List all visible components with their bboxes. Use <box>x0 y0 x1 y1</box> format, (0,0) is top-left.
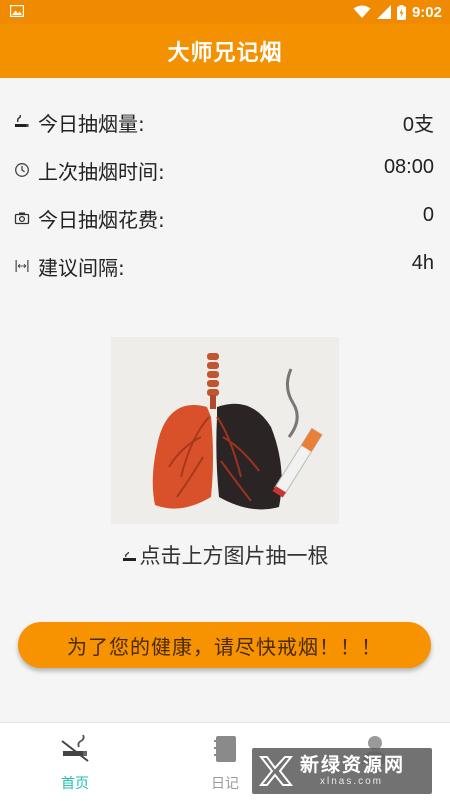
nav-item-home[interactable]: 首页 <box>0 723 150 801</box>
app-bar: 大师兄记烟 <box>0 24 450 78</box>
stat-value: 4h <box>411 252 434 274</box>
wifi-icon <box>353 5 371 18</box>
stat-row-last-time: 上次抽烟时间: 08:00 <box>0 150 450 190</box>
stat-label: 今日抽烟量: <box>38 112 145 136</box>
smoke-lungs-image[interactable] <box>111 337 339 524</box>
clock-icon <box>15 163 29 177</box>
stat-label: 建议间隔: <box>38 256 125 280</box>
watermark-subtext: xlnas.com <box>320 776 384 787</box>
stat-value: 0 <box>422 204 434 226</box>
stat-row-interval: 建议间隔: 4h <box>0 246 450 286</box>
stat-row-today-cost: 今日抽烟花费: 0 <box>0 198 450 238</box>
notebook-icon <box>214 736 236 762</box>
stat-label: 今日抽烟花费: <box>38 208 165 232</box>
no-smoking-icon <box>61 734 89 762</box>
watermark: 新绿资源网 xlnas.com <box>252 748 432 794</box>
battery-icon <box>396 4 406 20</box>
quit-smoking-banner[interactable]: 为了您的健康，请尽快戒烟！！！ <box>18 622 431 668</box>
camera-icon <box>14 212 30 225</box>
stat-value: 0支 <box>402 114 434 136</box>
status-bar: 9:02 <box>0 0 450 24</box>
nav-label: 首页 <box>61 776 89 792</box>
stat-value: 08:00 <box>383 156 434 178</box>
watermark-text: 新绿资源网 <box>300 754 406 776</box>
app-title: 大师兄记烟 <box>167 41 283 66</box>
stat-label: 上次抽烟时间: <box>38 160 165 184</box>
status-time: 9:02 <box>411 3 442 21</box>
tap-hint-text: 点击上方图片抽一根 <box>139 544 329 568</box>
gallery-notification-icon <box>10 5 24 17</box>
tap-hint: 点击上方图片抽一根 <box>0 540 450 570</box>
cigarette-icon <box>15 114 29 127</box>
lungs-illustration <box>152 353 323 510</box>
quit-smoking-text: 为了您的健康，请尽快戒烟！！！ <box>67 634 382 659</box>
watermark-logo-icon <box>258 756 294 786</box>
interval-icon <box>15 260 29 272</box>
signal-icon <box>376 5 391 19</box>
cigarette-icon <box>122 552 136 561</box>
stat-row-today-count: 今日抽烟量: 0支 <box>0 102 450 142</box>
